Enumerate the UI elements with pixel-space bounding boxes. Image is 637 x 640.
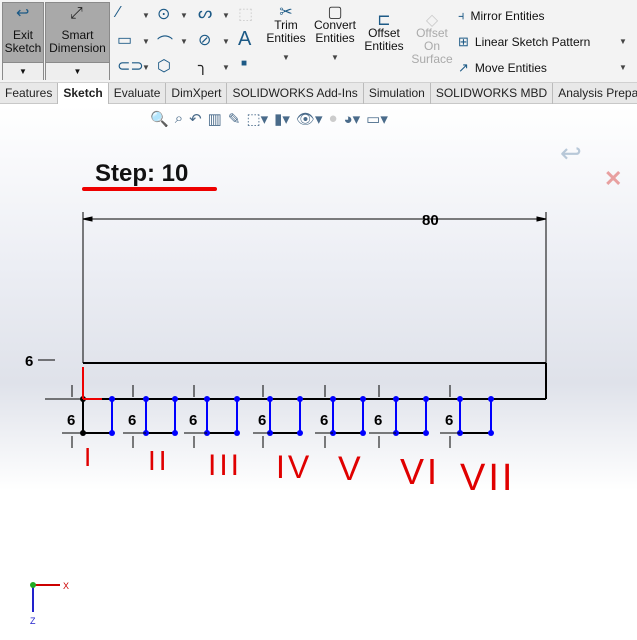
handwritten-roman-numeral: V xyxy=(338,450,364,488)
sketch-point xyxy=(234,396,240,402)
width-dimension[interactable] xyxy=(82,212,547,363)
sketch-point xyxy=(109,396,115,402)
sketch-point xyxy=(204,396,210,402)
handwritten-roman-numeral: II xyxy=(148,445,170,476)
sketch: 80 6 6666666 I II III IV V VI VII X Z xyxy=(25,212,547,626)
sketch-point xyxy=(457,396,463,402)
square-dimension-value: 6 xyxy=(128,412,136,429)
sketch-point xyxy=(488,396,494,402)
sketch-point xyxy=(267,396,273,402)
handwritten-roman-numeral: VII xyxy=(460,457,515,499)
square-dimension-value: 6 xyxy=(320,412,328,429)
sketch-point xyxy=(360,430,366,436)
annotations: I II III IV V VI VII xyxy=(84,442,515,499)
width-dimension-value[interactable]: 80 xyxy=(422,212,439,229)
square-dimension-value: 6 xyxy=(189,412,197,429)
fixed-geometry[interactable] xyxy=(82,362,547,433)
square-dimension-value: 6 xyxy=(374,412,382,429)
sketch-point xyxy=(360,396,366,402)
sketch-point xyxy=(330,396,336,402)
handwritten-roman-numeral: VI xyxy=(400,451,440,492)
sketch-point xyxy=(172,396,178,402)
sketch-point xyxy=(423,430,429,436)
handwritten-roman-numeral: I xyxy=(84,442,94,472)
sketch-point xyxy=(234,430,240,436)
handwritten-roman-numeral: IV xyxy=(276,449,312,485)
triad-x-label: X xyxy=(63,581,69,591)
top-height-dimension-value[interactable]: 6 xyxy=(25,353,33,370)
square-dimension-value: 6 xyxy=(258,412,266,429)
coordinate-triad: X Z xyxy=(30,581,69,626)
sketch-point xyxy=(393,396,399,402)
sketch-point xyxy=(423,396,429,402)
square-dimension-value: 6 xyxy=(445,412,453,429)
handwritten-roman-numeral: III xyxy=(208,449,242,482)
sketch-point xyxy=(488,430,494,436)
sketch-point xyxy=(297,430,303,436)
sketch-point xyxy=(143,396,149,402)
sketch-point xyxy=(297,396,303,402)
square-pattern[interactable]: 6 6 6 6 6 6 6 xyxy=(62,385,494,448)
sketch-point xyxy=(172,430,178,436)
triad-z-label: Z xyxy=(30,616,36,626)
sketch-point xyxy=(109,430,115,436)
square-dimension-value: 6 xyxy=(67,412,75,429)
